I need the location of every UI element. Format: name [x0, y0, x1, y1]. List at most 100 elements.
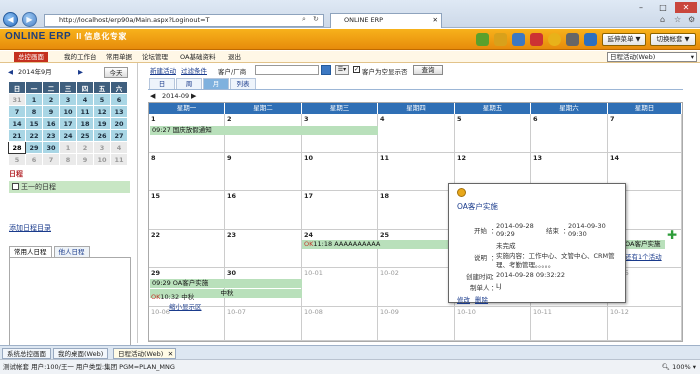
mini-day[interactable]: 17: [59, 117, 77, 130]
list-menu-icon[interactable]: ☰▾: [335, 65, 349, 75]
tab-month[interactable]: 月: [203, 78, 229, 89]
mini-day[interactable]: 9: [76, 153, 94, 166]
maximize-icon[interactable]: □: [652, 2, 674, 13]
sync-icon[interactable]: [494, 33, 507, 46]
mini-day[interactable]: 30: [42, 141, 60, 154]
next-month-arrow-icon[interactable]: ▶: [191, 92, 196, 100]
tab-day[interactable]: 日: [149, 78, 175, 89]
mini-day[interactable]: 7: [8, 105, 26, 118]
day-cell[interactable]: 6: [531, 114, 608, 153]
mini-day[interactable]: 1: [59, 141, 77, 154]
mini-day[interactable]: 10: [59, 105, 77, 118]
mini-day[interactable]: 18: [76, 117, 94, 130]
mini-day[interactable]: 9: [42, 105, 60, 118]
lookup-icon[interactable]: [321, 65, 331, 75]
day-cell[interactable]: 10-12: [608, 307, 682, 341]
help-icon[interactable]: [548, 33, 561, 46]
event-bar[interactable]: 09:27 国庆放假通知: [150, 126, 378, 135]
day-cell[interactable]: 10-11: [531, 307, 608, 341]
shrink-view-link[interactable]: 缩小显示区: [169, 301, 202, 311]
close-tab-icon[interactable]: ✕: [168, 349, 173, 359]
day-cell[interactable]: 17: [302, 191, 378, 230]
event-bar[interactable]: OK11:18 AAAAAAAAAA: [302, 240, 452, 249]
view-select[interactable]: 日程活动(Web) ▾: [607, 52, 697, 62]
alert-icon[interactable]: [530, 33, 543, 46]
day-cell[interactable]: 24: [302, 230, 378, 268]
monitor-icon[interactable]: [584, 33, 597, 46]
mini-day-selected[interactable]: 28: [8, 141, 26, 154]
mini-day[interactable]: 20: [110, 117, 128, 130]
new-activity-link[interactable]: 新建活动: [150, 65, 176, 75]
mini-day[interactable]: 5: [93, 93, 111, 106]
refresh-icon[interactable]: ↻: [313, 15, 319, 23]
close-tab-icon[interactable]: ✕: [433, 14, 438, 27]
mini-day[interactable]: 6: [25, 153, 43, 166]
prev-month-arrow-icon[interactable]: ◀: [150, 92, 155, 100]
favorites-icon[interactable]: ☆: [674, 15, 681, 24]
phone-icon[interactable]: [566, 33, 579, 46]
mini-day[interactable]: 11: [110, 153, 128, 166]
day-cell[interactable]: 10-07: [225, 307, 302, 341]
filter-link[interactable]: 过滤条件: [181, 65, 207, 75]
more-activities-link[interactable]: 还有1个活动: [625, 251, 662, 261]
mini-day[interactable]: 26: [93, 129, 111, 142]
customer-input[interactable]: [255, 65, 319, 75]
tab-week[interactable]: 周: [176, 78, 202, 89]
mini-day[interactable]: 2: [42, 93, 60, 106]
tab-others-schedule[interactable]: 他人日程: [53, 246, 90, 257]
day-cell[interactable]: 10-06: [149, 307, 225, 341]
day-cell[interactable]: 25: [378, 230, 455, 268]
close-window-icon[interactable]: ✕: [675, 2, 697, 13]
schedule-checkbox[interactable]: [12, 183, 19, 190]
mini-day[interactable]: 8: [25, 105, 43, 118]
mini-day[interactable]: 29: [25, 141, 43, 154]
mini-day[interactable]: 16: [42, 117, 60, 130]
day-cell[interactable]: 18: [378, 191, 455, 230]
mini-day[interactable]: 6: [110, 93, 128, 106]
mini-day[interactable]: 3: [59, 93, 77, 106]
mini-day[interactable]: 23: [42, 129, 60, 142]
day-cell[interactable]: 10-01: [302, 268, 378, 307]
zoom-level[interactable]: 🔍︎ 100% ▾: [662, 360, 696, 374]
mini-day[interactable]: 15: [25, 117, 43, 130]
day-cell[interactable]: 11: [378, 153, 455, 191]
tab-common-schedule[interactable]: 常用人日程: [9, 246, 52, 257]
mini-day[interactable]: 4: [110, 141, 128, 154]
schedule-item[interactable]: 王一的日程: [9, 181, 130, 193]
mini-day[interactable]: 14: [8, 117, 26, 130]
day-cell[interactable]: 4: [378, 114, 455, 153]
event-bar[interactable]: OA客户实施: [623, 240, 665, 249]
query-button[interactable]: 查询: [413, 65, 443, 75]
add-event-icon[interactable]: ✚: [667, 228, 677, 242]
next-month-icon[interactable]: ▶: [78, 67, 83, 78]
refresh-app-icon[interactable]: [476, 33, 489, 46]
mini-day[interactable]: 24: [59, 129, 77, 142]
event-text[interactable]: OK10:32 中秋: [151, 291, 194, 301]
address-bar[interactable]: http://localhost/erp90a/Main.aspx?Logino…: [44, 14, 324, 27]
mini-day[interactable]: 12: [93, 105, 111, 118]
day-cell[interactable]: 5: [455, 114, 531, 153]
day-cell[interactable]: 10-02: [378, 268, 455, 307]
switch-account-button[interactable]: 切换帐套 ▼: [650, 33, 696, 46]
mini-day[interactable]: 13: [110, 105, 128, 118]
menu-common-docs[interactable]: 常用单据: [106, 52, 132, 62]
day-cell[interactable]: 16: [225, 191, 302, 230]
mini-day[interactable]: 27: [110, 129, 128, 142]
day-cell[interactable]: 10: [302, 153, 378, 191]
add-schedule-dir-link[interactable]: 添加日程目录: [9, 223, 51, 233]
mail-icon[interactable]: [512, 33, 525, 46]
search-icon[interactable]: ⌕: [302, 15, 306, 24]
forward-icon[interactable]: ▶: [22, 12, 37, 27]
bottom-tab-control[interactable]: 系统总控画面: [2, 348, 51, 359]
home-icon[interactable]: ⌂: [660, 15, 665, 24]
delete-link[interactable]: 删除: [475, 294, 488, 304]
bottom-tab-schedule[interactable]: 日程活动(Web) ✕: [113, 348, 177, 359]
mini-day[interactable]: 3: [93, 141, 111, 154]
back-icon[interactable]: ◀: [3, 12, 18, 27]
mini-day[interactable]: 10: [93, 153, 111, 166]
mini-day[interactable]: 22: [25, 129, 43, 142]
mini-day[interactable]: 4: [76, 93, 94, 106]
mini-day[interactable]: 2: [76, 141, 94, 154]
browser-tab[interactable]: ONLINE ERP ✕: [330, 13, 442, 28]
mini-day[interactable]: 1: [25, 93, 43, 106]
